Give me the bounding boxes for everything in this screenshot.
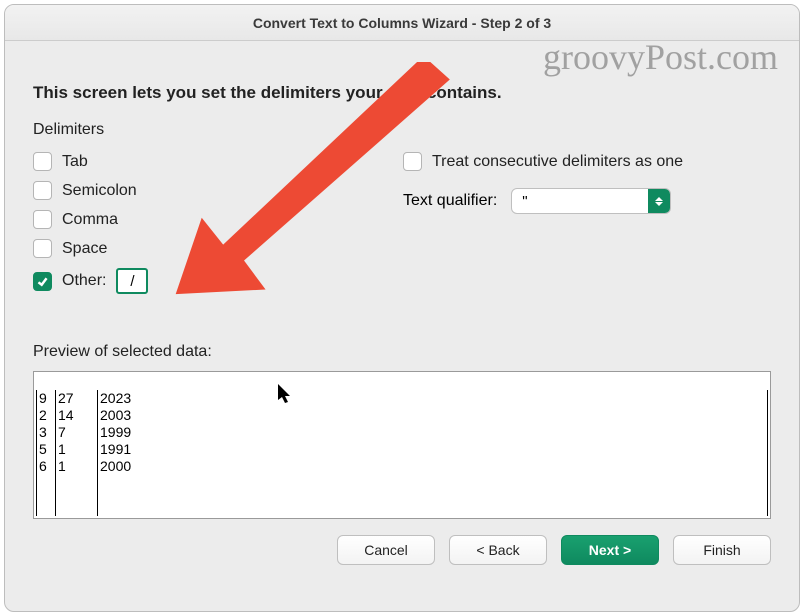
comma-checkbox-row[interactable]: Comma bbox=[33, 205, 363, 234]
preview-column: 92356 bbox=[36, 390, 56, 516]
next-button[interactable]: Next > bbox=[561, 535, 659, 565]
preview-cell: 1999 bbox=[98, 424, 767, 441]
delimiters-heading: Delimiters bbox=[33, 121, 363, 139]
tab-checkbox-row[interactable]: Tab bbox=[33, 147, 363, 176]
preview-cell: 2 bbox=[37, 407, 55, 424]
cancel-button[interactable]: Cancel bbox=[337, 535, 435, 565]
other-delimiter-input[interactable] bbox=[116, 268, 148, 294]
preview-column: 20232003199919912000 bbox=[98, 390, 768, 516]
instruction-text: This screen lets you set the delimiters … bbox=[33, 83, 771, 103]
tab-checkbox[interactable] bbox=[33, 152, 52, 171]
preview-cell: 1 bbox=[56, 441, 97, 458]
preview-cell: 9 bbox=[37, 390, 55, 407]
qualifier-label: Text qualifier: bbox=[403, 192, 497, 210]
space-label: Space bbox=[62, 240, 107, 258]
preview-panel: 92356 2714711 20232003199919912000 bbox=[33, 371, 771, 519]
preview-cell: 27 bbox=[56, 390, 97, 407]
dialog-title: Convert Text to Columns Wizard - Step 2 … bbox=[5, 5, 799, 41]
preview-cell: 2003 bbox=[98, 407, 767, 424]
preview-cell: 2000 bbox=[98, 458, 767, 475]
space-checkbox-row[interactable]: Space bbox=[33, 234, 363, 263]
other-label: Other: bbox=[62, 272, 106, 290]
wizard-dialog: Convert Text to Columns Wizard - Step 2 … bbox=[4, 4, 800, 612]
other-checkbox[interactable] bbox=[33, 272, 52, 291]
semicolon-label: Semicolon bbox=[62, 182, 137, 200]
preview-cell: 1 bbox=[56, 458, 97, 475]
treat-consecutive-checkbox[interactable] bbox=[403, 152, 422, 171]
stepper-arrows-icon bbox=[648, 189, 670, 213]
preview-grid: 92356 2714711 20232003199919912000 bbox=[36, 390, 768, 516]
space-checkbox[interactable] bbox=[33, 239, 52, 258]
semicolon-checkbox[interactable] bbox=[33, 181, 52, 200]
preview-cell: 7 bbox=[56, 424, 97, 441]
preview-cell: 2023 bbox=[98, 390, 767, 407]
preview-heading: Preview of selected data: bbox=[33, 343, 771, 361]
treat-consecutive-row[interactable]: Treat consecutive delimiters as one bbox=[403, 147, 771, 176]
preview-cell: 1991 bbox=[98, 441, 767, 458]
finish-button[interactable]: Finish bbox=[673, 535, 771, 565]
preview-cell: 14 bbox=[56, 407, 97, 424]
preview-cell: 6 bbox=[37, 458, 55, 475]
comma-label: Comma bbox=[62, 211, 118, 229]
preview-column: 2714711 bbox=[56, 390, 98, 516]
semicolon-checkbox-row[interactable]: Semicolon bbox=[33, 176, 363, 205]
qualifier-value: " bbox=[512, 193, 648, 210]
treat-consecutive-label: Treat consecutive delimiters as one bbox=[432, 153, 683, 171]
back-button[interactable]: < Back bbox=[449, 535, 547, 565]
preview-cell: 5 bbox=[37, 441, 55, 458]
preview-cell: 3 bbox=[37, 424, 55, 441]
other-checkbox-row[interactable]: Other: bbox=[33, 263, 363, 299]
tab-label: Tab bbox=[62, 153, 88, 171]
text-qualifier-select[interactable]: " bbox=[511, 188, 671, 214]
comma-checkbox[interactable] bbox=[33, 210, 52, 229]
